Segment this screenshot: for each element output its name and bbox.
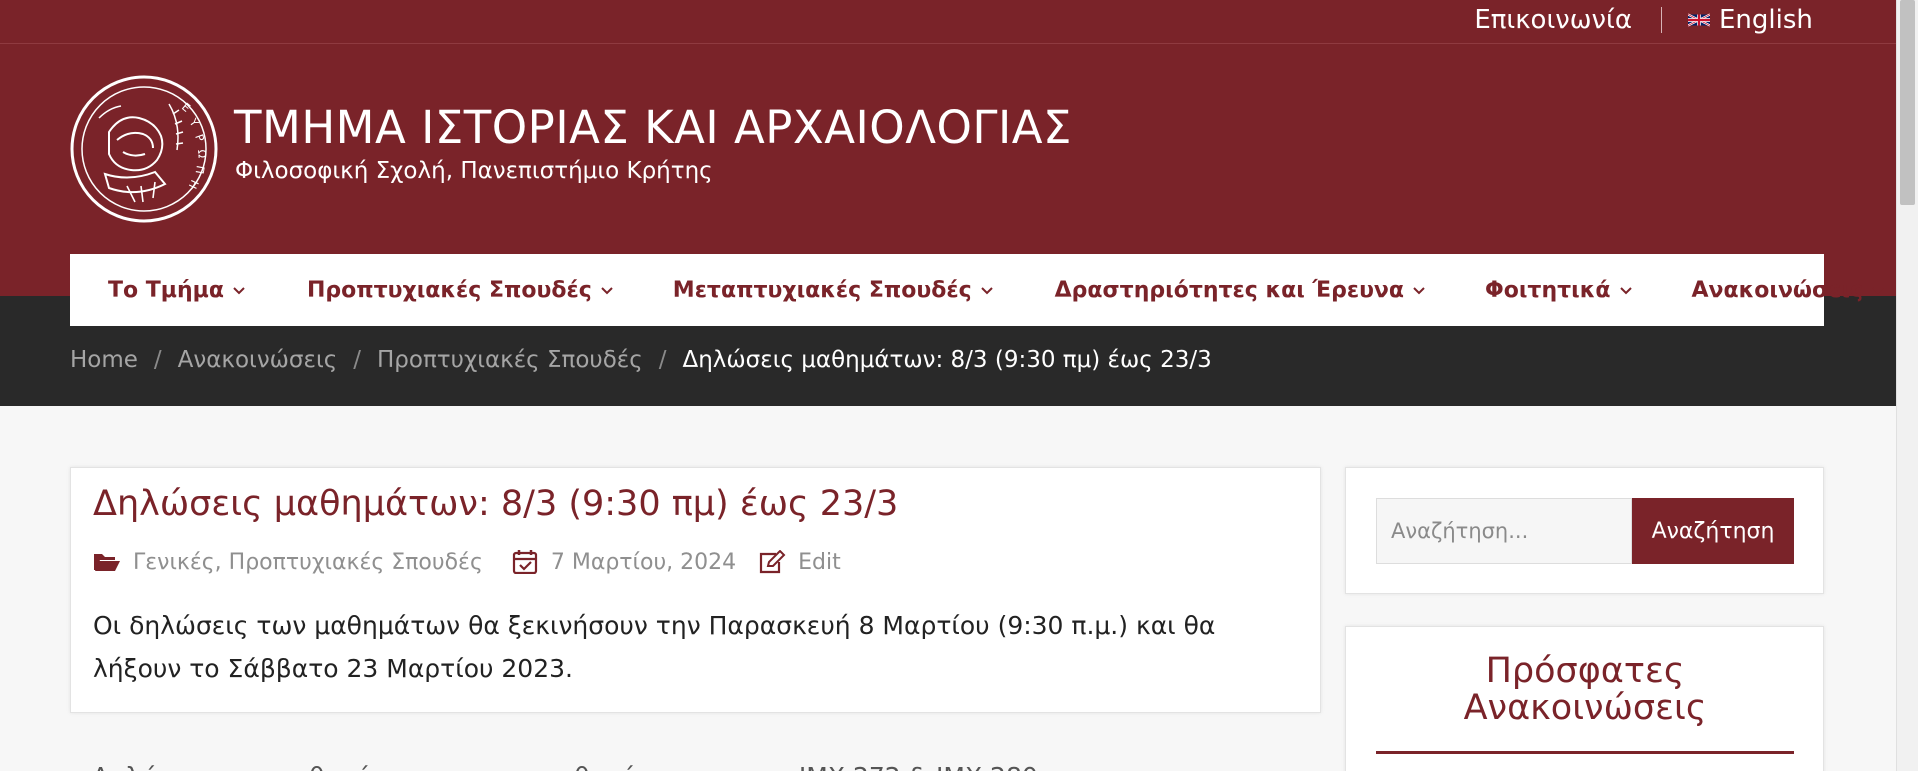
- article-meta: Γενικές , Προπτυχιακές Σπουδές 7 Μαρτίου…: [93, 546, 841, 578]
- nav-item-label: Το Τμήμα: [108, 277, 224, 303]
- category-link-general[interactable]: Γενικές: [133, 550, 215, 575]
- site-header: Επικοινωνία English Ε Υ Ρ Ω Π Η ΤΜΗΜΑ ΙΣ…: [0, 0, 1896, 296]
- search-input[interactable]: [1376, 498, 1632, 564]
- breadcrumb: Home / Ανακοινώσεις / Προπτυχιακές Σπουδ…: [70, 340, 1212, 380]
- chevron-down-icon: [601, 287, 613, 295]
- breadcrumb-home[interactable]: Home: [70, 347, 138, 373]
- below-fold-text: Δηλώσεις ...... μαθημάτων ............. …: [92, 757, 1038, 771]
- site-subtitle: Φιλοσοφική Σχολή, Πανεπιστήμιο Κρήτης: [235, 158, 713, 184]
- nav-item-department[interactable]: Το Τμήμα: [108, 278, 245, 303]
- main-navigation: Το Τμήμα Προπτυχιακές Σπουδές Μεταπτυχια…: [70, 254, 1884, 326]
- article-body: Οι δηλώσεις των μαθημάτων θα ξεκινήσουν …: [93, 611, 1216, 683]
- folder-open-icon: [94, 554, 120, 571]
- chevron-down-icon: [980, 287, 993, 295]
- category-link-undergraduate[interactable]: Προπτυχιακές Σπουδές: [229, 550, 483, 575]
- chevron-down-icon: [1619, 287, 1632, 295]
- nav-item-activities-research[interactable]: Δραστηριότητες και Έρευνα: [1055, 278, 1425, 303]
- chevron-down-icon: [1413, 287, 1425, 295]
- title-underline: [1376, 751, 1794, 754]
- scrollbar-thumb[interactable]: [1900, 0, 1915, 205]
- recent-announcements-widget: Πρόσφατες Ανακοινώσεις: [1345, 626, 1824, 771]
- category-separator: ,: [214, 549, 229, 575]
- edit-icon: [760, 550, 786, 574]
- breadcrumb-separator: /: [353, 347, 361, 373]
- top-bar: Επικοινωνία English: [0, 0, 1896, 44]
- svg-text:Π: Π: [193, 164, 207, 174]
- nav-item-label: Προπτυχιακές Σπουδές: [306, 277, 592, 303]
- article-title[interactable]: Δηλώσεις μαθημάτων: 8/3 (9:30 πμ) έως 23…: [93, 480, 898, 528]
- nav-item-undergraduate[interactable]: Προπτυχιακές Σπουδές: [307, 278, 613, 303]
- nav-item-label: Δραστηριότητες και Έρευνα: [1054, 277, 1405, 303]
- nav-item-label: Φοιτητικά: [1485, 277, 1611, 303]
- breadcrumb-current: Δηλώσεις μαθημάτων: 8/3 (9:30 πμ) έως 23…: [682, 347, 1212, 373]
- chevron-down-icon: [1872, 287, 1884, 295]
- nav-item-label: Ανακοινώσεις: [1691, 277, 1864, 303]
- nav-item-student-affairs[interactable]: Φοιτητικά: [1485, 277, 1632, 303]
- chevron-down-icon: [233, 287, 245, 295]
- nav-item-postgraduate[interactable]: Μεταπτυχιακές Σπουδές: [673, 278, 993, 303]
- uk-flag-icon: [1688, 13, 1710, 27]
- topbar-separator: [1661, 7, 1662, 33]
- language-label: English: [1719, 5, 1813, 35]
- site-title[interactable]: ΤΜΗΜΑ ΙΣΤΟΡΙΑΣ ΚΑΙ ΑΡΧΑΙΟΛΟΓΙΑΣ: [234, 98, 1072, 158]
- svg-text:Ω: Ω: [195, 149, 209, 159]
- svg-text:Η: Η: [186, 178, 201, 191]
- search-button[interactable]: Αναζήτηση: [1632, 498, 1794, 564]
- svg-text:Υ: Υ: [186, 115, 201, 129]
- nav-item-label: Μεταπτυχιακές Σπουδές: [672, 277, 972, 303]
- contact-link[interactable]: Επικοινωνία: [1474, 4, 1632, 36]
- breadcrumb-undergraduate[interactable]: Προπτυχιακές Σπουδές: [377, 347, 643, 373]
- page: Επικοινωνία English Ε Υ Ρ Ω Π Η ΤΜΗΜΑ ΙΣ…: [0, 0, 1896, 771]
- recent-announcements-title: Πρόσφατες Ανακοινώσεις: [1463, 651, 1707, 728]
- breadcrumb-announcements[interactable]: Ανακοινώσεις: [178, 347, 338, 373]
- svg-text:Ρ: Ρ: [192, 133, 207, 144]
- calendar-check-icon: [512, 550, 537, 574]
- article-date[interactable]: 7 Μαρτίου, 2024: [551, 550, 736, 575]
- search-widget: Αναζήτηση: [1345, 467, 1824, 594]
- vertical-scrollbar[interactable]: [1896, 0, 1918, 771]
- article-card: Δηλώσεις μαθημάτων: 8/3 (9:30 πμ) έως 23…: [70, 467, 1321, 713]
- nav-item-announcements[interactable]: Ανακοινώσεις: [1692, 278, 1885, 303]
- breadcrumb-separator: /: [153, 347, 162, 373]
- university-seal-logo[interactable]: Ε Υ Ρ Ω Π Η: [69, 74, 219, 224]
- language-switch-link[interactable]: English: [1688, 4, 1813, 36]
- edit-link[interactable]: Edit: [798, 550, 841, 575]
- breadcrumb-separator: /: [658, 347, 667, 373]
